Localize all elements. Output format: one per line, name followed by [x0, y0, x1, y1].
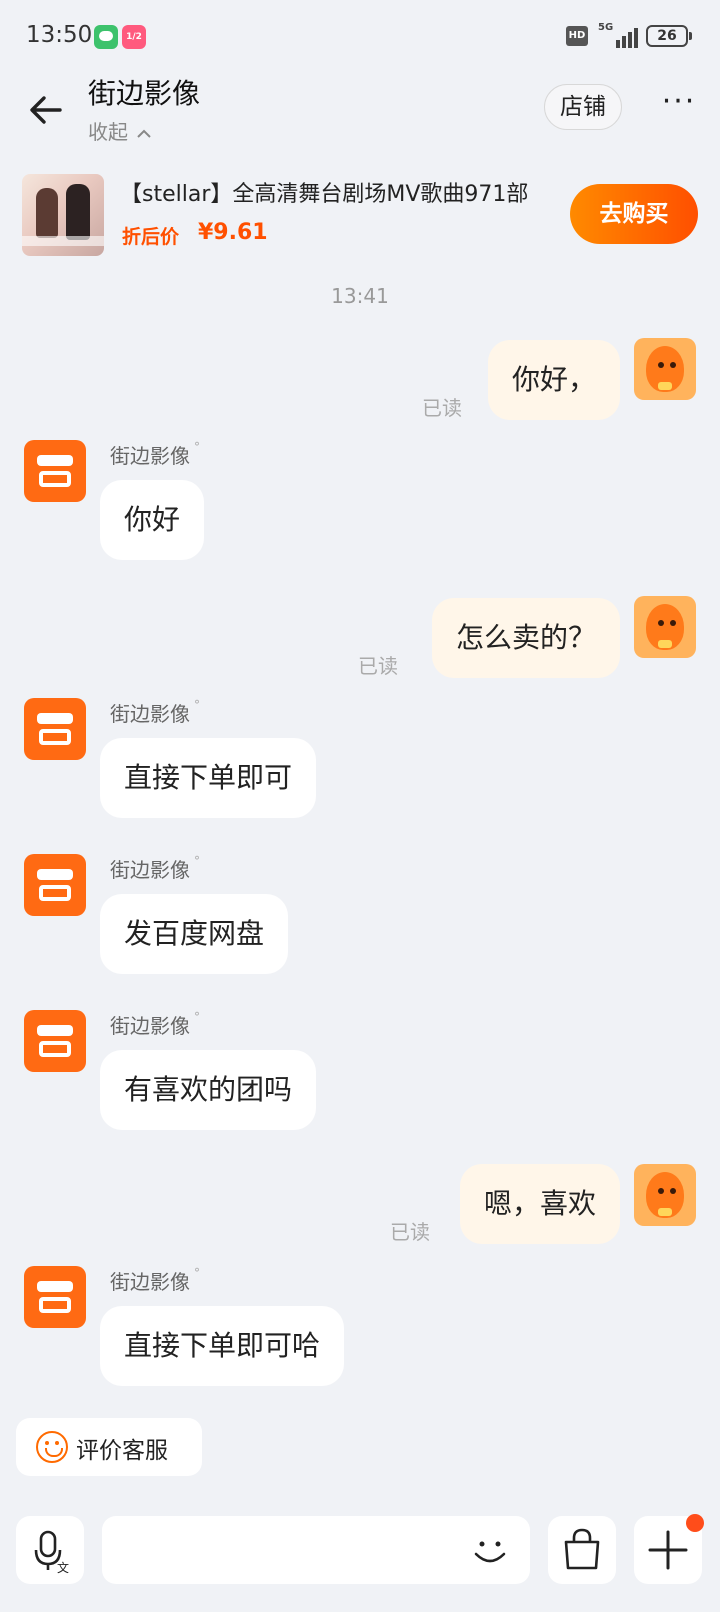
store-button[interactable]: 店铺 — [544, 84, 622, 130]
my-avatar[interactable] — [634, 596, 696, 658]
voice-input-button[interactable]: 文 — [16, 1516, 84, 1584]
shop-avatar[interactable] — [24, 1266, 86, 1328]
chat-messages[interactable]: 13:41 你好， 已读 街边影像 你好 怎么卖的？ 已读 街边影像 直接下单即… — [0, 270, 720, 1415]
my-message-bubble[interactable]: 嗯，喜欢 — [459, 1164, 620, 1244]
product-card[interactable]: 【stellar】全高清舞台剧场MV歌曲971部 折后价 ¥9.61 去购买 — [0, 170, 720, 260]
status-time: 13:50 — [26, 22, 93, 48]
page-title: 街边影像 — [88, 77, 201, 110]
read-receipt: 已读 — [358, 654, 398, 678]
sender-name: 街边影像 — [110, 1266, 200, 1295]
my-message-bubble[interactable]: 怎么卖的？ — [431, 598, 620, 678]
chat-header: 街边影像 收起 店铺 ··· — [0, 72, 720, 152]
battery-icon: 26 — [646, 25, 692, 47]
sender-name: 街边影像 — [110, 440, 200, 469]
hd-icon: HD — [566, 26, 588, 46]
collapse-toggle[interactable]: 收起 — [88, 116, 152, 145]
collapse-label: 收起 — [88, 120, 128, 144]
buy-button[interactable]: 去购买 — [570, 184, 698, 244]
my-avatar[interactable] — [634, 1164, 696, 1226]
shop-message-bubble[interactable]: 直接下单即可 — [100, 738, 317, 818]
signal-icon: 5G — [598, 22, 638, 48]
network-label: 5G — [598, 22, 614, 33]
input-bar: 文 — [0, 1516, 720, 1586]
shop-message-bubble[interactable]: 有喜欢的团吗 — [100, 1050, 317, 1130]
pink-app-icon: 1/2 — [122, 25, 146, 49]
sender-name: 街边影像 — [110, 854, 200, 883]
sender-name: 街边影像 — [110, 698, 200, 727]
product-title: 【stellar】全高清舞台剧场MV歌曲971部 — [120, 182, 529, 207]
svg-text:文: 文 — [57, 1560, 69, 1575]
microphone-icon: 文 — [34, 1530, 69, 1575]
chat-timestamp: 13:41 — [331, 284, 389, 308]
notification-dot — [686, 1514, 704, 1532]
message-input[interactable] — [102, 1516, 530, 1584]
shopping-bag-button[interactable] — [548, 1516, 616, 1584]
sender-name: 街边影像 — [110, 1010, 200, 1039]
rate-service-label: 评价客服 — [76, 1438, 168, 1464]
read-receipt: 已读 — [390, 1220, 430, 1244]
more-options-icon[interactable]: ··· — [656, 87, 702, 122]
my-message-bubble[interactable]: 你好， — [487, 340, 620, 420]
shop-avatar[interactable] — [24, 440, 86, 502]
shop-avatar[interactable] — [24, 698, 86, 760]
shopping-bag-icon — [564, 1528, 600, 1570]
smile-icon — [36, 1431, 68, 1463]
shop-message-bubble[interactable]: 发百度网盘 — [100, 894, 289, 974]
my-avatar[interactable] — [634, 338, 696, 400]
chevron-up-icon — [137, 129, 152, 138]
shop-message-bubble[interactable]: 直接下单即可哈 — [100, 1306, 345, 1386]
read-receipt: 已读 — [422, 396, 462, 420]
product-thumbnail[interactable] — [22, 174, 104, 256]
back-arrow-icon[interactable] — [26, 90, 66, 130]
product-price: ¥9.61 — [198, 220, 268, 245]
price-label: 折后价 — [122, 226, 180, 248]
shop-avatar[interactable] — [24, 854, 86, 916]
shop-avatar[interactable] — [24, 1010, 86, 1072]
shop-message-bubble[interactable]: 你好 — [100, 480, 205, 560]
message-app-icon — [94, 25, 118, 49]
rate-service-button[interactable]: 评价客服 — [16, 1418, 202, 1476]
smile-icon[interactable] — [468, 1528, 512, 1572]
status-bar: 13:50 1/2 HD 5G 26 — [0, 0, 720, 72]
